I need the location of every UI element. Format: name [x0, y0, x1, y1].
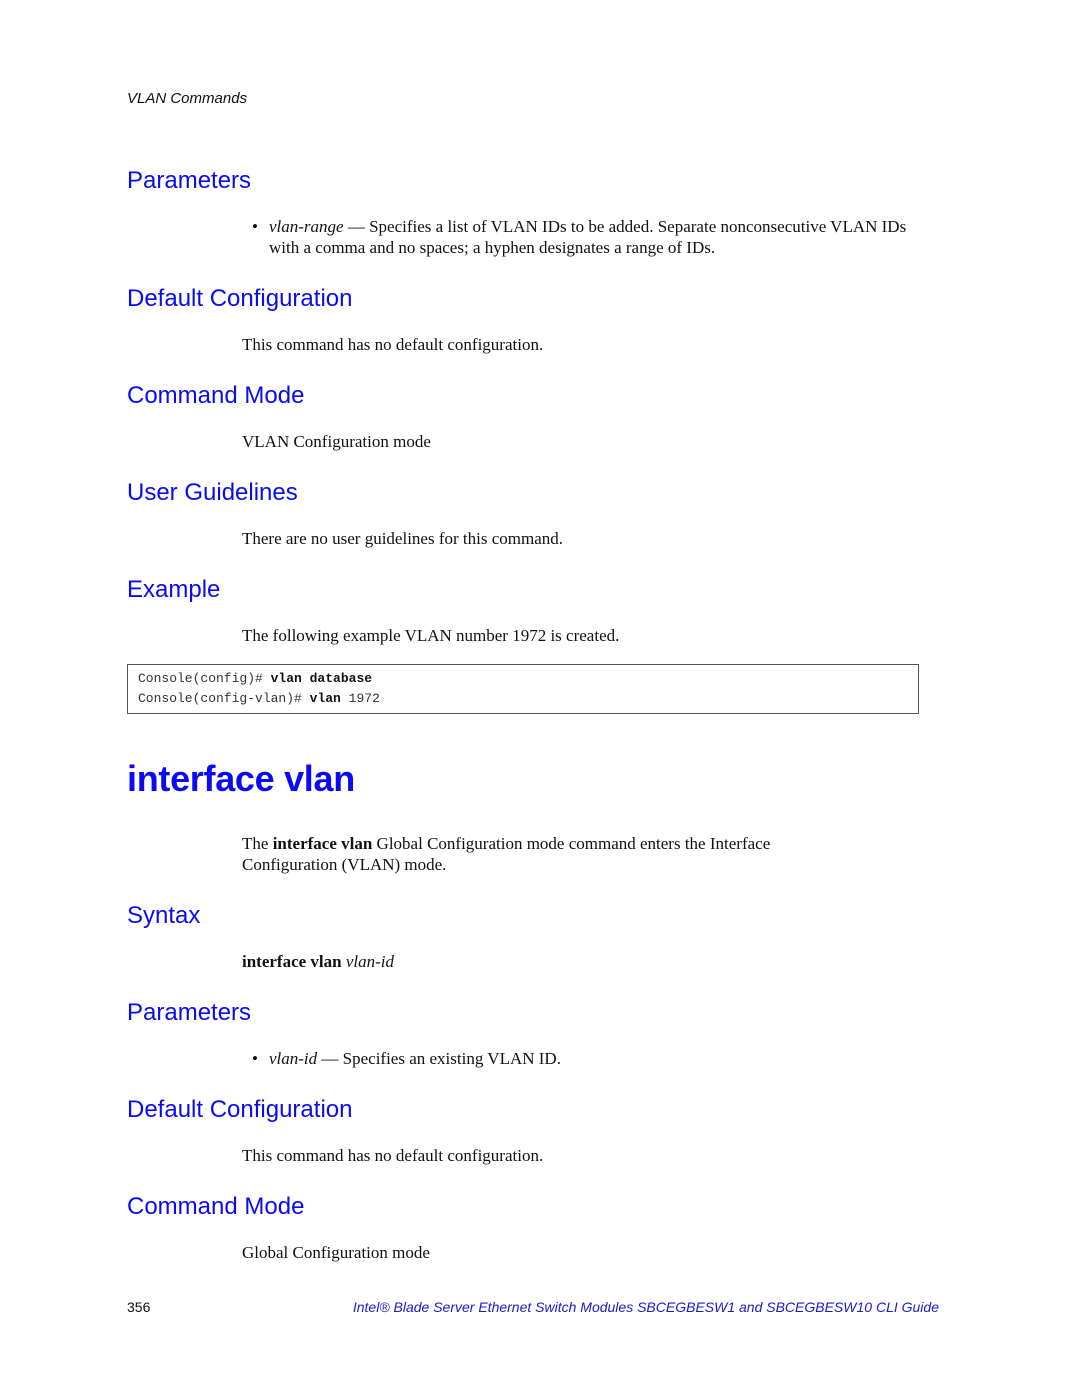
parameter-item-vlan-id: • vlan-id — Specifies an existing VLAN I… — [252, 1048, 925, 1069]
command-intro: The interface vlan Global Configuration … — [242, 833, 862, 875]
parameters-heading: Parameters — [127, 167, 252, 194]
default-configuration-text: This command has no default configuratio… — [242, 335, 544, 354]
page-number: 356 — [127, 1299, 151, 1315]
code-prompt: Console(config-vlan)# — [138, 691, 310, 706]
example-text: The following example VLAN number 1972 i… — [242, 626, 620, 645]
code-argument: 1972 — [340, 691, 380, 706]
code-line: Console(config)# vlan database — [138, 669, 908, 689]
user-guidelines-text: There are no user guidelines for this co… — [242, 529, 564, 548]
example-heading: Example — [127, 576, 221, 603]
parameter-description: — Specifies an existing VLAN ID. — [317, 1049, 561, 1068]
syntax-command: interface vlan — [242, 952, 342, 971]
command-mode-text: VLAN Configuration mode — [242, 432, 431, 451]
parameters-heading-2: Parameters — [127, 999, 252, 1026]
command-mode-heading-2: Command Mode — [127, 1193, 305, 1220]
code-line: Console(config-vlan)# vlan 1972 — [138, 689, 908, 709]
parameter-term: vlan-range — [269, 217, 344, 236]
running-header: VLAN Commands — [127, 90, 248, 107]
user-guidelines-heading: User Guidelines — [127, 479, 298, 506]
default-configuration-text-2: This command has no default configuratio… — [242, 1146, 544, 1165]
code-example-box: Console(config)# vlan database Console(c… — [127, 664, 919, 714]
bullet-icon: • — [252, 217, 258, 236]
syntax-text: interface vlan vlan-id — [242, 951, 922, 972]
parameter-item-vlan-range: • vlan-range — Specifies a list of VLAN … — [252, 216, 925, 258]
parameter-term: vlan-id — [269, 1049, 318, 1068]
command-title: interface vlan — [127, 758, 355, 799]
parameter-description: — Specifies a list of VLAN IDs to be add… — [269, 217, 907, 257]
intro-prefix: The — [242, 834, 273, 853]
code-prompt: Console(config)# — [138, 671, 271, 686]
bullet-icon: • — [252, 1049, 258, 1068]
default-configuration-heading-2: Default Configuration — [127, 1096, 353, 1123]
intro-command: interface vlan — [272, 834, 373, 853]
code-command: vlan database — [270, 671, 373, 686]
code-command: vlan — [309, 691, 341, 706]
footer-doc-title: Intel® Blade Server Ethernet Switch Modu… — [352, 1299, 939, 1315]
command-mode-heading: Command Mode — [127, 382, 305, 409]
command-mode-text-2: Global Configuration mode — [242, 1243, 430, 1262]
syntax-heading: Syntax — [127, 902, 201, 929]
default-configuration-heading: Default Configuration — [127, 285, 353, 312]
syntax-argument: vlan-id — [345, 952, 395, 971]
